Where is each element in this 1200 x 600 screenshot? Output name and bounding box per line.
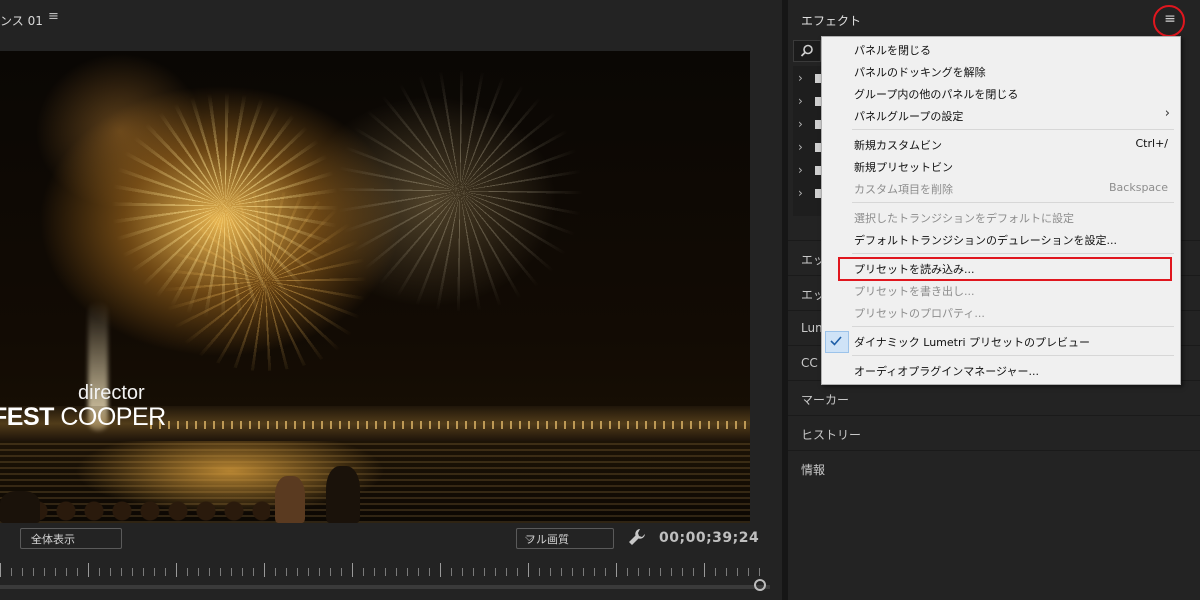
- chevron-right-icon: ›: [798, 163, 803, 177]
- person-silhouette: [0, 491, 40, 523]
- menu-item-preset-properties: プリセットのプロパティ...: [822, 301, 1180, 323]
- section-label: 情報: [801, 463, 826, 477]
- tree-item[interactable]: ›: [793, 68, 823, 90]
- menu-separator: [852, 326, 1174, 327]
- chevron-right-icon: ›: [798, 140, 803, 154]
- menu-item-label: オーディオプラグインマネージャー...: [854, 365, 1039, 378]
- tree-item[interactable]: ›: [793, 183, 823, 205]
- monitor-header: ンス 01 ≡: [0, 0, 782, 36]
- menu-item-label: パネルを閉じる: [854, 44, 931, 57]
- menu-item-new-custom-bin[interactable]: 新規カスタムビン Ctrl+/: [822, 133, 1180, 155]
- history-panel-tab[interactable]: ヒストリー: [788, 415, 1200, 450]
- annotation-highlight-box: [838, 257, 1172, 281]
- menu-item-label: パネルのドッキングを解除: [854, 66, 986, 79]
- video-frame: director FEST COOPER: [0, 51, 750, 523]
- chevron-right-icon: ›: [1164, 106, 1170, 121]
- chevron-right-icon: ›: [798, 94, 803, 108]
- checkmark-icon: [830, 336, 842, 346]
- zoom-scrollbar[interactable]: [0, 585, 770, 589]
- menu-check-background: [825, 331, 849, 353]
- wrench-icon[interactable]: [627, 527, 647, 547]
- person-silhouette: [326, 466, 360, 523]
- sequence-tab-title[interactable]: ンス 01: [0, 12, 43, 29]
- menu-item-shortcut: Ctrl+/: [1135, 137, 1169, 150]
- program-monitor: ンス 01 ≡ director FEST COOPER 全体表示 ⌵ フル画質…: [0, 0, 782, 600]
- effects-tree: › › › › › ›: [793, 66, 823, 216]
- menu-separator: [852, 129, 1174, 130]
- info-panel-tab[interactable]: 情報: [788, 450, 1200, 485]
- chevron-down-icon: ⌵: [31, 531, 40, 544]
- hamburger-icon[interactable]: ≡: [48, 10, 59, 23]
- city-lights: [150, 421, 750, 429]
- menu-item-label: パネルグループの設定: [854, 110, 964, 123]
- chevron-right-icon: ›: [798, 71, 803, 85]
- menu-separator: [852, 355, 1174, 356]
- menu-item-close-panel[interactable]: パネルを閉じる: [822, 38, 1180, 60]
- menu-item-label: グループ内の他のパネルを閉じる: [854, 88, 1019, 101]
- menu-item-undock-panel[interactable]: パネルのドッキングを解除: [822, 60, 1180, 82]
- menu-item-dynamic-lumetri-preview[interactable]: ダイナミック Lumetri プリセットのプレビュー: [822, 330, 1180, 353]
- menu-item-export-presets: プリセットを書き出し...: [822, 279, 1180, 301]
- title-overlay-director: director: [78, 382, 145, 404]
- menu-item-label: プリセットのプロパティ...: [854, 307, 985, 320]
- effects-panel-title[interactable]: エフェクト: [801, 12, 861, 29]
- menu-item-shortcut: Backspace: [1109, 181, 1168, 194]
- menu-item-label: 新規プリセットビン: [854, 161, 953, 174]
- menu-item-set-default-transition: 選択したトランジションをデフォルトに設定: [822, 206, 1180, 228]
- tree-item[interactable]: ›: [793, 91, 823, 113]
- tree-item[interactable]: ›: [793, 160, 823, 182]
- menu-item-label: カスタム項目を削除: [854, 183, 953, 196]
- menu-item-label: 選択したトランジションをデフォルトに設定: [854, 212, 1074, 225]
- section-label: CC: [801, 356, 818, 370]
- tree-item[interactable]: ›: [793, 137, 823, 159]
- menu-separator: [852, 202, 1174, 203]
- crowd-silhouette: [0, 499, 270, 523]
- menu-item-label: ダイナミック Lumetri プリセットのプレビュー: [854, 336, 1091, 349]
- search-input[interactable]: [793, 40, 821, 62]
- markers-panel-tab[interactable]: マーカー: [788, 380, 1200, 415]
- section-label: ヒストリー: [801, 428, 862, 442]
- menu-item-set-default-transition-duration[interactable]: デフォルトトランジションのデュレーションを設定...: [822, 228, 1180, 250]
- annotation-circle: [1153, 5, 1185, 37]
- search-icon: [800, 44, 813, 57]
- section-label: マーカー: [801, 393, 850, 407]
- menu-item-label: 新規カスタムビン: [854, 139, 942, 152]
- tree-item[interactable]: ›: [793, 114, 823, 136]
- zoom-scrollbar-handle[interactable]: [754, 579, 766, 591]
- menu-item-delete-custom-items: カスタム項目を削除 Backspace: [822, 177, 1180, 199]
- chevron-right-icon: ›: [798, 186, 803, 200]
- firework-burst: [150, 191, 380, 371]
- menu-separator: [852, 253, 1174, 254]
- title-overlay-name: FEST COOPER: [0, 403, 166, 432]
- menu-item-audio-plugin-manager[interactable]: オーディオプラグインマネージャー...: [822, 359, 1180, 381]
- time-ruler-major-ticks: [0, 563, 760, 577]
- title-overlay-name-light: COOPER: [60, 403, 166, 431]
- menu-item-panel-group-settings[interactable]: パネルグループの設定 ›: [822, 104, 1180, 126]
- menu-item-close-other-panels[interactable]: グループ内の他のパネルを閉じる: [822, 82, 1180, 104]
- chevron-right-icon: ›: [798, 117, 803, 131]
- playhead-timecode[interactable]: 00;00;39;24: [659, 530, 759, 546]
- person-silhouette: [275, 476, 305, 523]
- menu-item-label: プリセットを書き出し...: [854, 285, 975, 298]
- menu-item-new-preset-bin[interactable]: 新規プリセットビン: [822, 155, 1180, 177]
- playback-quality-select[interactable]: フル画質 ⌵: [516, 528, 614, 549]
- menu-item-label: デフォルトトランジションのデュレーションを設定...: [854, 234, 1118, 247]
- panel-context-menu: パネルを閉じる パネルのドッキングを解除 グループ内の他のパネルを閉じる パネル…: [821, 36, 1181, 385]
- title-overlay-name-bold: FEST: [0, 403, 54, 431]
- chevron-down-icon: ⌵: [525, 531, 534, 544]
- zoom-level-select[interactable]: 全体表示 ⌵: [20, 528, 122, 549]
